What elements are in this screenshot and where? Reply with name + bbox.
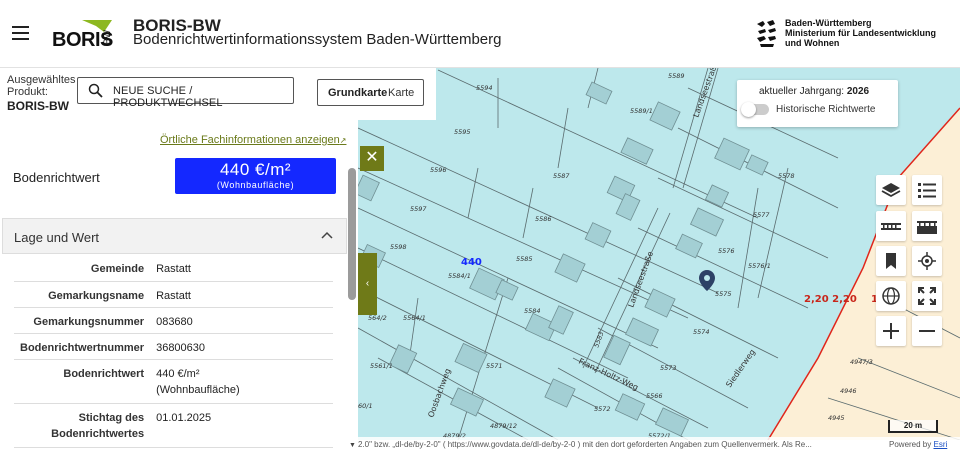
parcel-label: 60/1 bbox=[358, 402, 373, 410]
powered-by: Powered by Esri bbox=[889, 440, 947, 449]
product-label: Ausgewähltes Produkt: bbox=[7, 74, 76, 98]
fachinfo-link[interactable]: Örtliche Fachinformationen anzeigen↗ bbox=[160, 134, 346, 146]
esri-link[interactable]: Esri bbox=[933, 440, 947, 449]
measure-distance-icon bbox=[881, 223, 901, 230]
bookmark-button[interactable] bbox=[876, 246, 906, 276]
map-attribution-bar: 2.0" bzw. „dl-de/by-2-0" ( https://www.g… bbox=[358, 437, 960, 454]
locate-icon bbox=[918, 252, 936, 270]
parcel-label: 5575 bbox=[715, 290, 732, 298]
zoom-in-button[interactable] bbox=[876, 316, 906, 346]
parcel-label: 5596 bbox=[430, 166, 447, 174]
parcel-label: 5589/1 bbox=[630, 107, 653, 115]
external-link-icon: ↗ bbox=[339, 136, 347, 145]
new-search-button[interactable]: NEUE SUCHE / PRODUKTWECHSEL bbox=[77, 77, 294, 109]
zoom-out-icon bbox=[919, 330, 935, 332]
parcel-label: 5576/1 bbox=[748, 262, 771, 270]
neighbor-zone-value-label: 2,20 2,20 bbox=[804, 294, 857, 305]
section-title: Lage und Wert bbox=[14, 230, 100, 245]
chevron-up-icon bbox=[321, 231, 333, 239]
measure-distance-button[interactable] bbox=[876, 211, 906, 241]
fullscreen-icon bbox=[918, 287, 936, 305]
parcel-label: 5587 bbox=[553, 172, 570, 180]
historic-values-label: Historische Richtwerte bbox=[776, 104, 876, 115]
parcel-label: 4946 bbox=[840, 387, 857, 395]
globe-button[interactable] bbox=[876, 281, 906, 311]
parcel-label: 5577 bbox=[753, 211, 770, 219]
logo-suffix: BW bbox=[102, 30, 112, 45]
parcel-label: 5561/1 bbox=[370, 362, 393, 370]
year-value: 2026 bbox=[846, 86, 870, 97]
parcel-label: 5594 bbox=[476, 84, 493, 92]
sidebar-scrollbar[interactable] bbox=[348, 168, 356, 300]
parcel-label: 5598 bbox=[390, 243, 407, 251]
section-lage-und-wert[interactable]: Lage und Wert bbox=[2, 218, 347, 254]
globe-icon bbox=[882, 287, 900, 305]
app-subtitle: Bodenrichtwertinformationssystem Baden-W… bbox=[133, 31, 502, 48]
basemap-value: Karte bbox=[388, 87, 415, 99]
product-name: BORIS-BW bbox=[7, 99, 69, 113]
coat-of-arms-icon bbox=[757, 20, 776, 47]
ministry-line-1: Baden-Württemberg bbox=[785, 18, 872, 28]
parcel-label: 5595 bbox=[454, 128, 471, 136]
parcel-label: 5574 bbox=[693, 328, 710, 336]
year-prefix: aktueller Jahrgang: bbox=[759, 86, 845, 97]
parcel-label: 5576 bbox=[718, 247, 735, 255]
chevron-left-icon[interactable]: ‹ bbox=[358, 253, 377, 315]
parcel-label: 4879/12 bbox=[490, 422, 517, 430]
app-header: BORIS BW BORIS-BW Bodenrichtwertinformat… bbox=[0, 0, 960, 68]
fachinfo-link-label: Örtliche Fachinformationen anzeigen bbox=[160, 134, 340, 146]
close-icon[interactable]: ✕ bbox=[360, 146, 384, 171]
parcel-label: 4947/3 bbox=[850, 358, 873, 366]
parcel-label: 5589 bbox=[668, 72, 685, 80]
zoom-out-button[interactable] bbox=[912, 316, 942, 346]
ministry-line-3: und Wohnen bbox=[785, 38, 840, 48]
legend-button[interactable] bbox=[912, 175, 942, 205]
fullscreen-button[interactable] bbox=[912, 281, 942, 311]
parcel-label: 5564/1 bbox=[403, 314, 426, 322]
ministry-line-2: Ministerium für Landesentwicklung bbox=[785, 28, 937, 38]
search-icon bbox=[88, 83, 103, 98]
boris-logo[interactable]: BORIS BW bbox=[52, 20, 114, 51]
current-year-label: aktueller Jahrgang: 2026 bbox=[759, 86, 869, 97]
parcel-label: 5566 bbox=[646, 392, 663, 400]
menu-icon[interactable] bbox=[12, 26, 29, 40]
zone-value-label: 440 bbox=[461, 257, 482, 268]
zoom-in-icon bbox=[883, 323, 899, 339]
bookmark-icon bbox=[886, 253, 896, 269]
parcel-label: 5585 bbox=[516, 255, 533, 263]
historic-values-toggle[interactable] bbox=[741, 102, 769, 117]
layers-button[interactable] bbox=[876, 175, 906, 205]
toggle-knob bbox=[741, 102, 756, 117]
parcel-label: 5597 bbox=[410, 205, 427, 213]
year-selector-card: aktueller Jahrgang: 2026 Historische Ric… bbox=[737, 80, 898, 127]
sidebar-panel: Ausgewähltes Produkt: BORIS-BW NEUE SUCH… bbox=[0, 68, 358, 454]
basemap-label: Grundkarte bbox=[328, 87, 388, 99]
measure-area-button[interactable] bbox=[912, 211, 942, 241]
locate-button[interactable] bbox=[912, 246, 942, 276]
parcel-label: 5584/1 bbox=[448, 272, 471, 280]
list-icon bbox=[918, 183, 936, 198]
parcel-label: 5586 bbox=[535, 215, 552, 223]
basemap-button[interactable]: Grundkarte Karte bbox=[317, 79, 424, 106]
parcel-label: 4945 bbox=[828, 414, 845, 422]
powered-by-label: Powered by bbox=[889, 440, 932, 449]
measure-area-icon bbox=[917, 221, 937, 234]
layers-icon bbox=[881, 183, 901, 198]
parcel-label: 5573 bbox=[660, 364, 677, 372]
ministry-name: Baden-Württemberg Ministerium für Landes… bbox=[785, 18, 955, 48]
parcel-label: 564/2 bbox=[368, 314, 387, 322]
new-search-label: NEUE SUCHE / PRODUKTWECHSEL bbox=[113, 85, 223, 109]
parcel-label: 5578 bbox=[778, 172, 795, 180]
scale-bar: 20 m bbox=[888, 420, 938, 433]
parcel-label: 5584 bbox=[524, 307, 541, 315]
parcel-label: 5571 bbox=[486, 362, 503, 370]
parcel-label: 5572 bbox=[594, 405, 611, 413]
attribution-text[interactable]: 2.0" bzw. „dl-de/by-2-0" ( https://www.g… bbox=[358, 440, 888, 449]
